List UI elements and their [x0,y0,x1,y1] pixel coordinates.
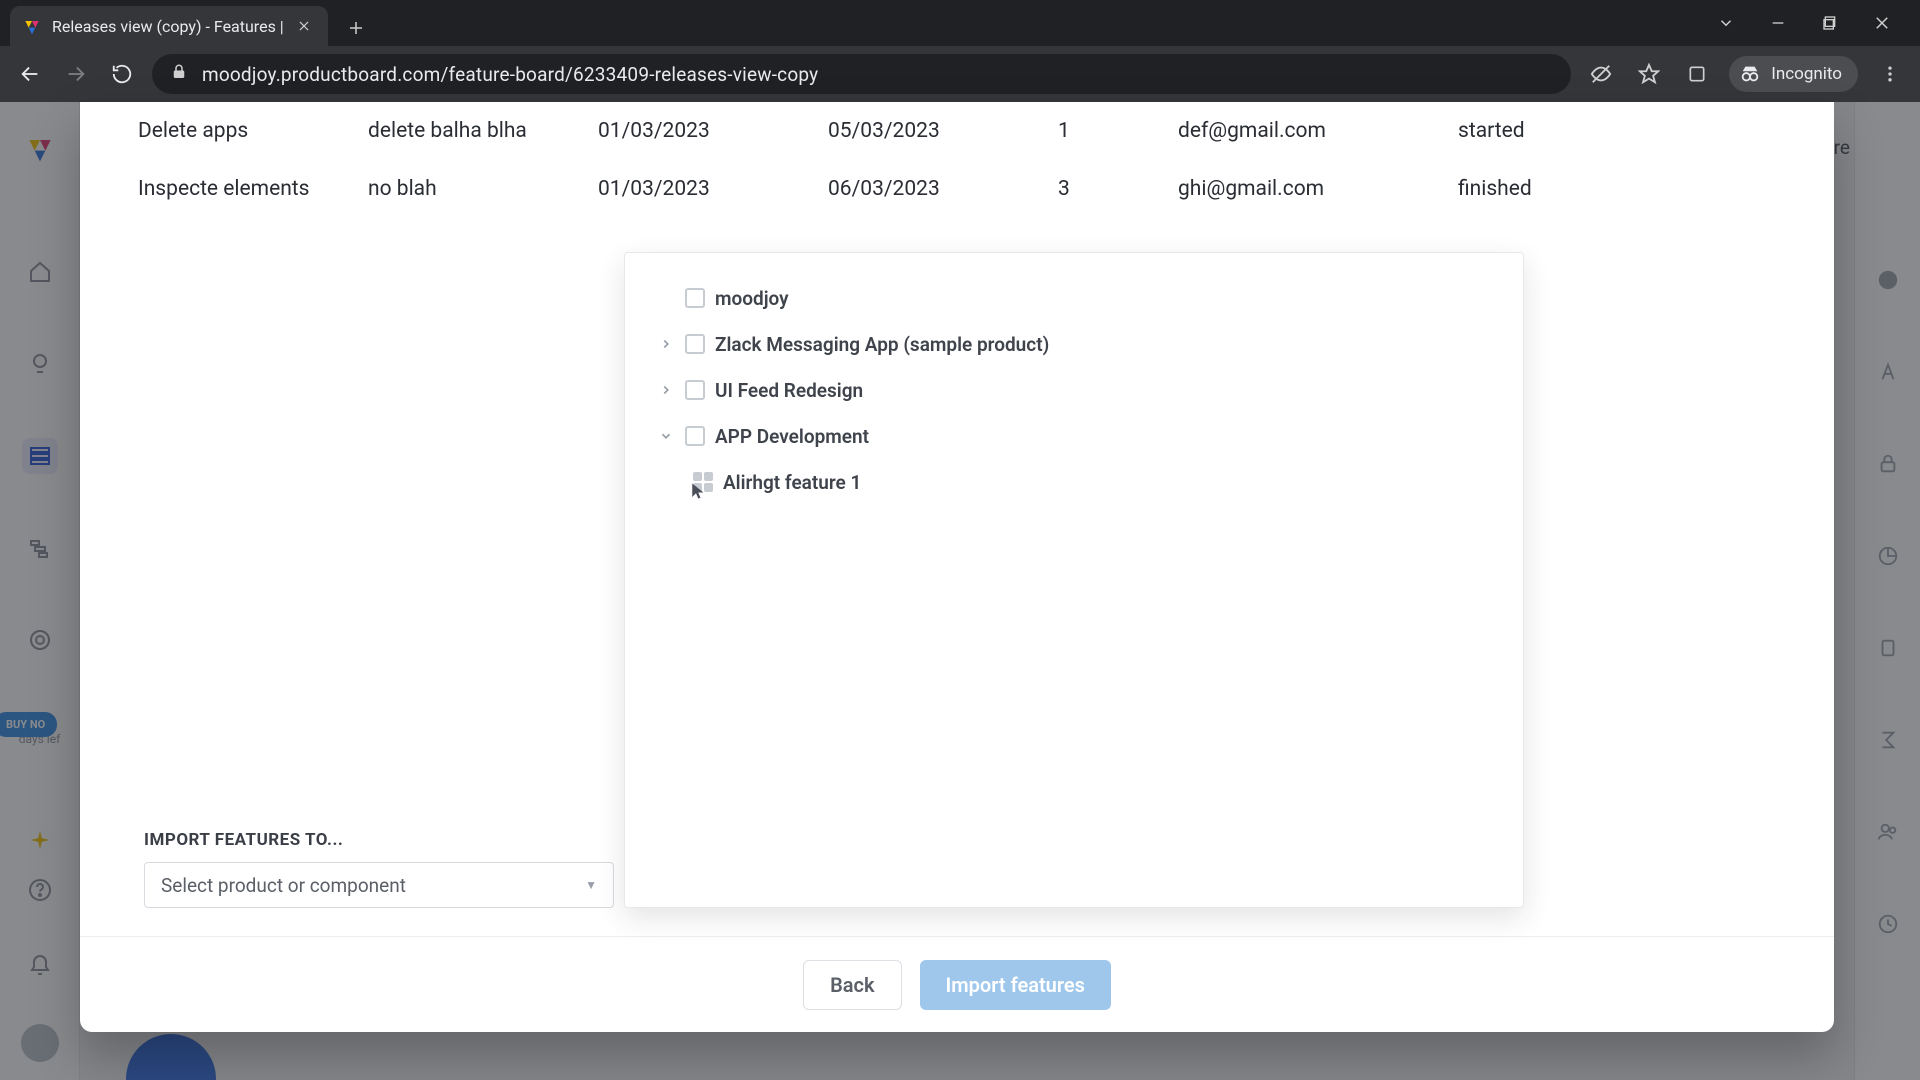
window-minimize-icon[interactable] [1764,9,1792,37]
extensions-icon[interactable] [1681,58,1713,90]
cell-email: def@gmail.com [1178,119,1458,143]
table-row[interactable]: Inspecte elements no blah 01/03/2023 06/… [138,160,1776,218]
cell-email: ghi@gmail.com [1178,177,1458,201]
caret-down-icon: ▼ [585,878,597,892]
chevron-right-icon[interactable] [657,383,675,397]
bookmark-star-icon[interactable] [1633,58,1665,90]
back-button[interactable]: Back [803,960,901,1010]
cell-name: Delete apps [138,119,368,143]
import-to-label: IMPORT FEATURES TO... [144,830,343,850]
tab-search-icon[interactable] [1712,9,1740,37]
component-grid-icon [693,472,713,492]
incognito-mask-icon [1739,63,1761,85]
incognito-indicator[interactable]: Incognito [1729,56,1858,92]
folder-icon [685,426,705,446]
address-bar[interactable]: moodjoy.productboard.com/feature-board/6… [152,54,1571,94]
lock-icon [170,63,188,85]
cell-num: 1 [1058,119,1178,143]
tree-item-zlack[interactable]: Zlack Messaging App (sample product) [643,321,1505,367]
new-tab-button[interactable] [338,10,374,46]
cell-status: started [1458,119,1776,143]
cell-num: 3 [1058,177,1178,201]
tree-item-ui-redesign[interactable]: UI Feed Redesign [643,367,1505,413]
product-select[interactable]: Select product or component ▼ [144,862,614,908]
cell-end: 05/03/2023 [828,119,1058,143]
cell-start: 01/03/2023 [598,119,828,143]
tab-title: Releases view (copy) - Features | [52,17,284,36]
window-maximize-icon[interactable] [1816,9,1844,37]
chevron-right-icon[interactable] [657,337,675,351]
cell-desc: delete balha blha [368,119,598,143]
tree-item-moodjoy[interactable]: moodjoy [643,275,1505,321]
cell-status: finished [1458,177,1776,201]
forward-button [60,58,92,90]
productboard-favicon-icon [22,16,42,36]
import-features-modal: Delete apps delete balha blha 01/03/2023… [80,102,1834,1032]
incognito-label: Incognito [1771,64,1842,84]
table-row[interactable]: Delete apps delete balha blha 01/03/2023… [138,102,1776,160]
chevron-down-icon[interactable] [657,429,675,443]
cell-end: 06/03/2023 [828,177,1058,201]
tree-leaf-feature[interactable]: Alirhgt feature 1 [643,459,1505,505]
import-features-button[interactable]: Import features [920,960,1111,1010]
url-text: moodjoy.productboard.com/feature-board/6… [202,63,818,86]
folder-icon [685,380,705,400]
eye-off-icon[interactable] [1585,58,1617,90]
product-tree-popover: moodjoy Zlack Messaging App (sample prod… [624,252,1524,908]
tree-item-app-development[interactable]: APP Development [643,413,1505,459]
folder-icon [685,288,705,308]
kebab-menu-icon[interactable] [1874,58,1906,90]
window-close-icon[interactable] [1868,9,1896,37]
cell-desc: no blah [368,177,598,201]
back-button[interactable] [14,58,46,90]
select-placeholder: Select product or component [161,874,406,897]
reload-button[interactable] [106,58,138,90]
tab-close-icon[interactable] [294,16,314,36]
folder-icon [685,334,705,354]
browser-tab[interactable]: Releases view (copy) - Features | [10,6,328,46]
cell-name: Inspecte elements [138,177,368,201]
cell-start: 01/03/2023 [598,177,828,201]
